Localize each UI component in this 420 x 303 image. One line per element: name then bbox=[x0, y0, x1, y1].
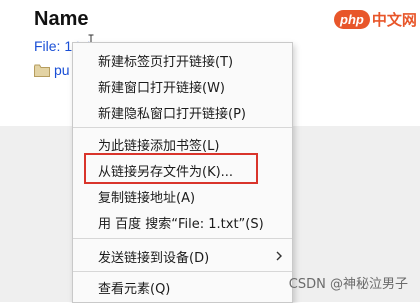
menu-item-copy-link[interactable]: 复制链接地址(A) bbox=[73, 183, 292, 209]
menu-item-label: 为此链接添加书签(L) bbox=[98, 138, 220, 154]
menu-separator bbox=[73, 127, 292, 128]
watermark: CSDN @神秘泣男子 bbox=[288, 277, 408, 292]
chevron-right-icon bbox=[276, 251, 282, 261]
menu-item-inspect-element[interactable]: 查看元素(Q) bbox=[73, 274, 292, 300]
menu-item-label: 用 百度 搜索“File: 1.txt”(S) bbox=[98, 216, 264, 232]
menu-item-label: 新建隐私窗口打开链接(P) bbox=[98, 106, 246, 122]
menu-item-label: 新建窗口打开链接(W) bbox=[98, 80, 225, 96]
menu-item-send-to-device[interactable]: 发送链接到设备(D) bbox=[73, 243, 292, 269]
logo-php-text: php bbox=[334, 9, 370, 29]
page-title: Name bbox=[34, 8, 89, 30]
menu-item-label: 查看元素(Q) bbox=[98, 281, 171, 297]
logo-cn-text: 中文网 bbox=[371, 10, 417, 29]
menu-separator bbox=[73, 238, 292, 239]
menu-item-label: 新建标签页打开链接(T) bbox=[98, 54, 234, 70]
folder-icon bbox=[34, 64, 50, 77]
folder-link[interactable]: pu bbox=[54, 62, 70, 78]
menu-item-label: 复制链接地址(A) bbox=[98, 190, 196, 206]
menu-separator bbox=[73, 271, 292, 272]
highlight-annotation-box bbox=[84, 153, 258, 184]
menu-item-open-private-window[interactable]: 新建隐私窗口打开链接(P) bbox=[73, 99, 292, 125]
menu-item-label: 发送链接到设备(D) bbox=[98, 250, 210, 266]
menu-item-open-new-window[interactable]: 新建窗口打开链接(W) bbox=[73, 73, 292, 99]
menu-item-search-baidu[interactable]: 用 百度 搜索“File: 1.txt”(S) bbox=[73, 209, 292, 235]
php-cn-logo: php 中文网 bbox=[334, 8, 417, 30]
menu-item-open-new-tab[interactable]: 新建标签页打开链接(T) bbox=[73, 47, 292, 73]
folder-row[interactable]: pu bbox=[34, 61, 70, 79]
